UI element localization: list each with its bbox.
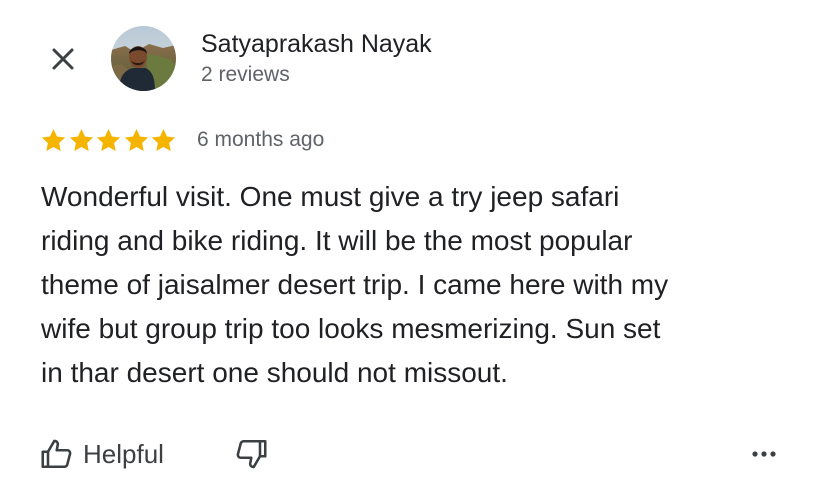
close-button[interactable] [46, 42, 80, 76]
review-text: Wonderful visit. One must give a try jee… [41, 181, 669, 388]
star-icon [152, 128, 176, 151]
reviewer-name[interactable]: Satyaprakash Nayak [201, 29, 432, 59]
star-rating [40, 124, 178, 156]
avatar[interactable] [111, 26, 176, 91]
more-horizontal-icon [752, 451, 776, 457]
star-icon [41, 128, 66, 151]
avatar-photo [111, 26, 176, 91]
more-options-button[interactable] [746, 440, 782, 468]
not-helpful-button[interactable] [233, 436, 269, 472]
thumbs-down-icon [236, 439, 267, 469]
thumbs-up-icon [41, 439, 72, 469]
star-icon [69, 128, 93, 151]
close-icon [52, 48, 74, 70]
review-count: 2 reviews [201, 63, 290, 86]
helpful-label: Helpful [83, 439, 164, 469]
star-icon [97, 128, 121, 151]
helpful-button[interactable]: Helpful [39, 434, 164, 474]
review-date: 6 months ago [197, 128, 325, 151]
star-icon [124, 128, 148, 151]
